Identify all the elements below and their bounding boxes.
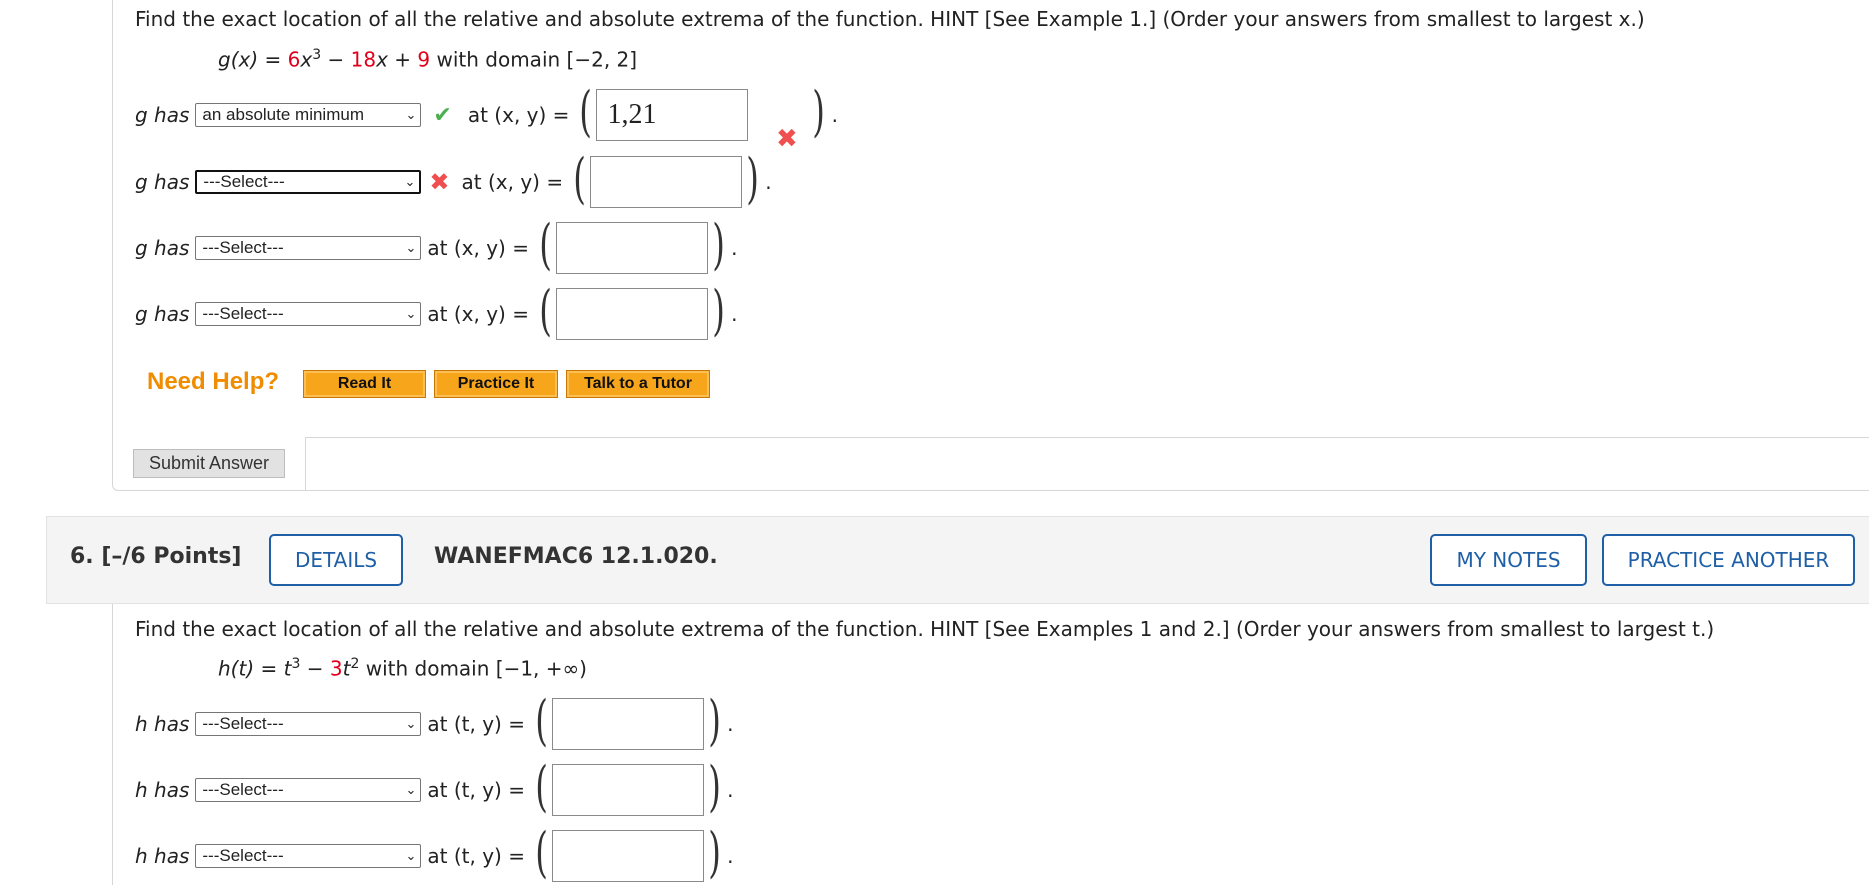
extremum-type-select[interactable]: ---Select--- ⌄ — [195, 236, 422, 260]
chevron-down-icon: ⌄ — [405, 240, 417, 255]
incorrect-icon: ✖ — [776, 124, 798, 154]
talk-to-tutor-button[interactable]: Talk to a Tutor — [566, 370, 710, 398]
incorrect-icon: ✖ — [429, 168, 450, 196]
question-6-prompt: Find the exact location of all the relat… — [135, 617, 1715, 641]
extremum-type-select[interactable]: ---Select--- ⌄ — [195, 712, 422, 736]
answer-row: g has ---Select--- ⌄ ✖ at (x, y) = ( ). — [135, 147, 772, 210]
coordinate-input[interactable] — [552, 698, 705, 750]
coordinate-input[interactable]: 1,21 — [596, 89, 749, 141]
extremum-type-select[interactable]: ---Select--- ⌄ — [195, 844, 422, 868]
divider — [306, 437, 1869, 438]
chevron-down-icon: ⌄ — [405, 782, 417, 797]
answer-row: h has ---Select--- ⌄ at (t, y) = ( ). — [135, 689, 734, 752]
answer-row: g has an absolute minimum ⌄ ✔ at (x, y) =… — [135, 80, 838, 143]
answer-row: h has ---Select--- ⌄ at (t, y) = ( ). — [135, 755, 734, 818]
question-number: 6. [–/6 Points] — [70, 544, 242, 569]
question-6-function: h(t) = t3 − 3t2 with domain [−1, +∞) — [218, 656, 587, 681]
coordinate-input[interactable] — [556, 222, 709, 274]
extremum-type-select[interactable]: ---Select--- ⌄ — [195, 170, 422, 194]
answer-row: h has ---Select--- ⌄ at (t, y) = ( ). — [135, 821, 734, 884]
practice-it-button[interactable]: Practice It — [434, 370, 558, 398]
extremum-type-select[interactable]: ---Select--- ⌄ — [195, 778, 422, 802]
chevron-down-icon: ⌄ — [405, 848, 417, 863]
question-code: WANEFMAC6 12.1.020. — [434, 544, 718, 569]
question-5-function: g(x) = 6x3 − 18x + 9 with domain [−2, 2] — [218, 47, 638, 72]
divider — [305, 437, 306, 491]
coordinate-input[interactable] — [552, 830, 705, 882]
need-help-label: Need Help? — [147, 368, 280, 395]
chevron-down-icon: ⌄ — [404, 174, 416, 189]
answer-row: g has ---Select--- ⌄ at (x, y) = ( ). — [135, 213, 738, 276]
chevron-down-icon: ⌄ — [405, 716, 417, 731]
details-button[interactable]: DETAILS — [269, 534, 403, 586]
extremum-type-select[interactable]: ---Select--- ⌄ — [195, 302, 422, 326]
chevron-down-icon: ⌄ — [405, 306, 417, 321]
coordinate-input[interactable] — [590, 156, 743, 208]
my-notes-button[interactable]: MY NOTES — [1430, 534, 1587, 586]
practice-another-button[interactable]: PRACTICE ANOTHER — [1602, 534, 1855, 586]
extremum-type-select[interactable]: an absolute minimum ⌄ — [195, 103, 422, 127]
question-5-prompt: Find the exact location of all the relat… — [135, 7, 1645, 31]
answer-row: g has ---Select--- ⌄ at (x, y) = ( ). — [135, 279, 738, 342]
check-icon: ✔ — [433, 102, 452, 128]
divider — [112, 604, 113, 885]
chevron-down-icon: ⌄ — [405, 107, 417, 122]
submit-answer-button[interactable]: Submit Answer — [133, 449, 285, 478]
read-it-button[interactable]: Read It — [303, 370, 426, 398]
coordinate-input[interactable] — [552, 764, 705, 816]
coordinate-input[interactable] — [556, 288, 709, 340]
